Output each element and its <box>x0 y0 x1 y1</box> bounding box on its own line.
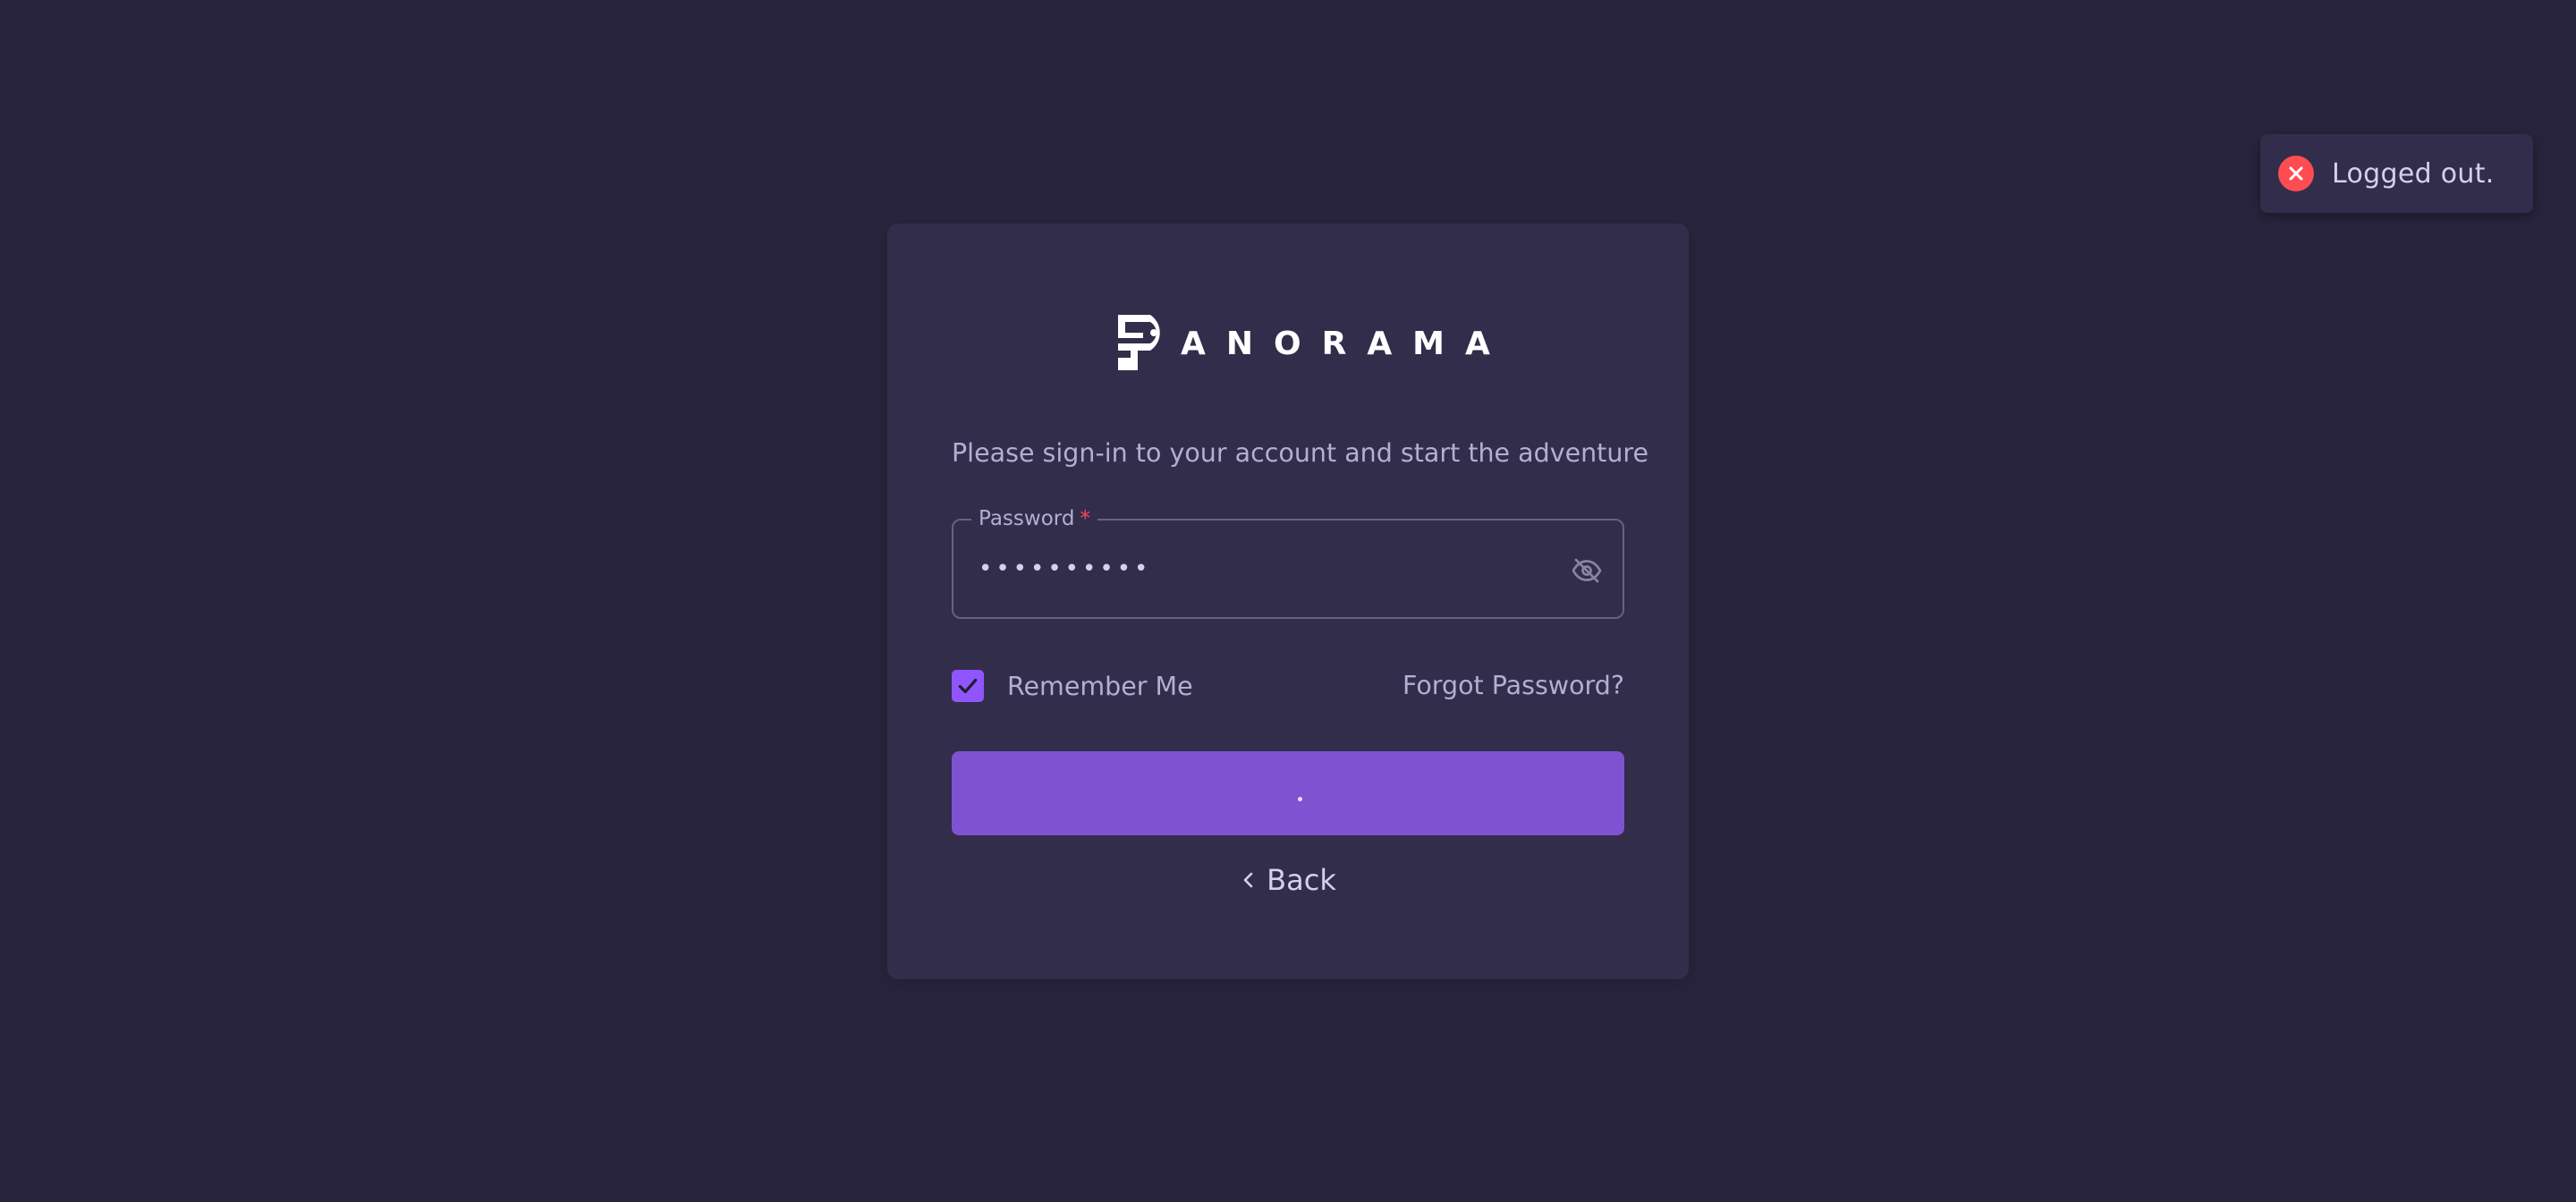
remember-me-label: Remember Me <box>1007 671 1193 701</box>
back-label: Back <box>1267 863 1336 897</box>
login-page: Logged out. ANORAMA Please sign-in to yo… <box>0 0 2576 1202</box>
logout-toast: Logged out. <box>2260 134 2533 213</box>
forgot-password-link[interactable]: Forgot Password? <box>1402 667 1624 705</box>
password-label: Password * <box>971 504 1097 534</box>
panorama-p-logo-icon <box>1114 311 1170 377</box>
remember-me[interactable]: Remember Me <box>952 667 1193 705</box>
sign-in-tagline: Please sign-in to your account and start… <box>952 438 1649 468</box>
password-label-text: Password <box>979 507 1075 530</box>
login-button[interactable] <box>952 751 1624 835</box>
required-marker: * <box>1080 507 1090 530</box>
brand-wordmark: ANORAMA <box>1181 326 1511 362</box>
login-card: ANORAMA Please sign-in to your account a… <box>887 224 1689 979</box>
eye-off-icon[interactable] <box>1569 553 1605 588</box>
password-input[interactable]: •••••••••• <box>979 544 1151 594</box>
back-link[interactable]: Back <box>887 860 1689 900</box>
toast-message: Logged out. <box>2332 157 2495 190</box>
loading-spinner <box>1297 796 1302 801</box>
brand-logo: ANORAMA <box>1114 313 1511 376</box>
chevron-left-icon <box>1240 869 1258 891</box>
password-field[interactable]: Password * •••••••••• <box>952 504 1624 619</box>
close-circle-icon <box>2278 156 2314 191</box>
remember-me-checkbox[interactable] <box>952 670 984 702</box>
